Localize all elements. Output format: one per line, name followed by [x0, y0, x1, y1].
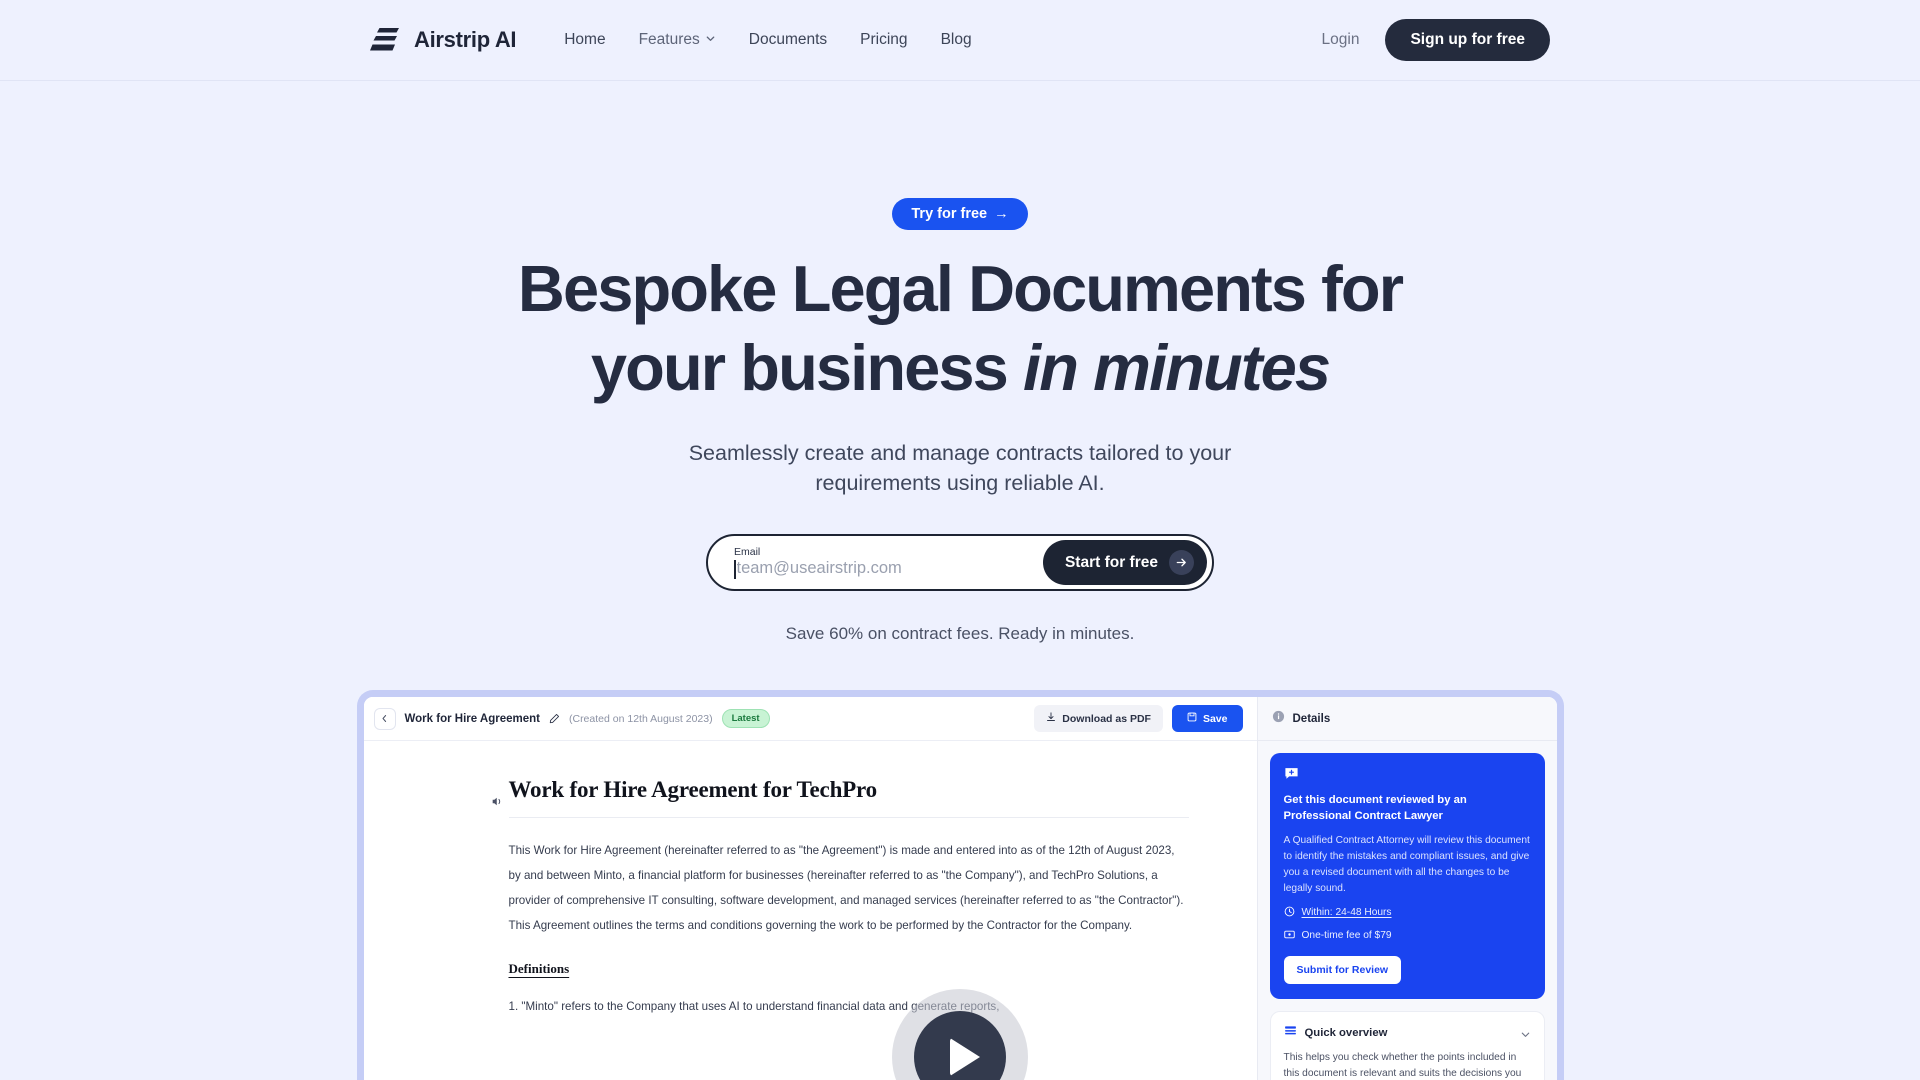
- clock-icon: [1284, 906, 1295, 920]
- promo-fee-label: One-time fee of $79: [1301, 930, 1392, 942]
- download-icon: [1046, 712, 1056, 725]
- email-input-row: [734, 559, 1043, 579]
- email-input[interactable]: [736, 559, 1043, 579]
- document-content: Work for Hire Agreement for TechPro This…: [508, 777, 1199, 1080]
- login-link[interactable]: Login: [1322, 31, 1360, 49]
- list-icon: [1284, 1024, 1297, 1042]
- download-pdf-button[interactable]: Download as PDF: [1034, 705, 1163, 733]
- document-gutter: [364, 777, 509, 1080]
- promo-turnaround-label: Within: 24-48 Hours: [1301, 907, 1392, 919]
- play-icon: [914, 1011, 1006, 1080]
- hero-subtitle-line-1: Seamlessly create and manage contracts t…: [688, 441, 1232, 465]
- email-signup-form: Email Start for free: [706, 534, 1214, 592]
- credit-card-icon: [1283, 929, 1295, 943]
- hero-subtitle: Seamlessly create and manage contracts t…: [0, 439, 1920, 498]
- document-toolbar-actions: Download as PDF Save: [1034, 705, 1243, 733]
- headline-line-1: Bespoke Legal Documents for: [517, 252, 1404, 325]
- try-for-free-label: Try for free: [911, 206, 988, 222]
- start-for-free-button[interactable]: Start for free: [1042, 540, 1207, 586]
- details-header: Details: [1257, 697, 1557, 742]
- arrow-right-icon: →: [994, 206, 1009, 222]
- promo-title: Get this document reviewed by an Profess…: [1283, 794, 1467, 823]
- top-navbar: Airstrip AI Home Features Documents Pric…: [0, 0, 1920, 81]
- text-caret: [734, 559, 736, 579]
- hero-tagline: Save 60% on contract fees. Ready in minu…: [785, 624, 1135, 644]
- promo-description: A Qualified Contract Attorney will revie…: [1283, 835, 1530, 894]
- document-paragraph: This Work for Hire Agreement (hereinafte…: [508, 844, 1184, 933]
- play-triangle: [949, 1038, 980, 1077]
- speaker-icon[interactable]: [491, 795, 509, 808]
- save-label: Save: [1202, 712, 1228, 725]
- headline-emphasis: in minutes: [1023, 331, 1331, 404]
- submit-for-review-button[interactable]: Submit for Review: [1283, 955, 1402, 984]
- quick-overview-card: Quick overview This helps you check whet…: [1269, 1010, 1545, 1080]
- nav-item-documents[interactable]: Documents: [749, 31, 827, 49]
- quick-overview-header[interactable]: Quick overview: [1284, 1024, 1531, 1042]
- document-heading: Work for Hire Agreement for TechPro: [508, 777, 1189, 819]
- floppy-disk-icon: [1187, 712, 1197, 725]
- details-title: Details: [1292, 712, 1331, 725]
- lawyer-review-promo-card: Get this document reviewed by an Profess…: [1269, 753, 1545, 999]
- chevron-down-icon[interactable]: [1520, 1027, 1531, 1038]
- brand-name: Airstrip AI: [414, 27, 517, 52]
- details-content: Get this document reviewed by an Profess…: [1258, 741, 1557, 1080]
- quick-overview-description: This helps you check whether the points …: [1283, 1051, 1522, 1079]
- navbar-inner: Airstrip AI Home Features Documents Pric…: [0, 19, 1920, 61]
- pencil-icon[interactable]: [549, 713, 560, 724]
- status-badge: Latest: [721, 709, 770, 729]
- email-field-wrapper: Email: [708, 547, 1043, 579]
- document-list-item-1: 1. "Minto" refers to the Company that us…: [508, 1000, 1000, 1013]
- nav-item-blog[interactable]: Blog: [941, 31, 972, 49]
- info-icon: [1272, 710, 1285, 728]
- airstrip-logo-icon: [370, 27, 400, 53]
- message-plus-icon: [1284, 766, 1531, 781]
- chevron-down-icon: [705, 31, 716, 49]
- start-for-free-label: Start for free: [1064, 553, 1158, 571]
- page-title: Bespoke Legal Documents for your busines…: [0, 256, 1920, 400]
- document-title: Work for Hire Agreement: [404, 712, 540, 725]
- nav-item-home[interactable]: Home: [564, 31, 605, 49]
- document-toolbar: Work for Hire Agreement (Created on 12th…: [363, 697, 1257, 742]
- navbar-actions: Login Sign up for free: [1322, 19, 1550, 61]
- document-created-date: (Created on 12th August 2023): [568, 712, 713, 725]
- signup-button[interactable]: Sign up for free: [1385, 19, 1550, 61]
- promo-turnaround-row[interactable]: Within: 24-48 Hours: [1284, 906, 1531, 920]
- app-preview-card: Work for Hire Agreement (Created on 12th…: [356, 690, 1564, 1080]
- headline-line-2: your business in minutes: [0, 335, 1920, 400]
- nav-item-pricing[interactable]: Pricing: [860, 31, 907, 49]
- nav-item-features[interactable]: Features: [639, 31, 716, 49]
- save-button[interactable]: Save: [1171, 705, 1243, 733]
- details-pane: Details Get this document reviewed by an…: [1256, 697, 1557, 1080]
- quick-overview-title: Quick overview: [1304, 1026, 1388, 1039]
- app-preview-inner: Work for Hire Agreement (Created on 12th…: [363, 697, 1557, 1080]
- promo-fee-row: One-time fee of $79: [1283, 929, 1531, 943]
- hero-section: Try for free → Bespoke Legal Documents f…: [0, 81, 1920, 644]
- document-subheading: Definitions: [508, 961, 570, 976]
- arrow-right-icon: [1169, 550, 1194, 576]
- brand-logo[interactable]: Airstrip AI: [370, 27, 517, 53]
- nav-item-features-label: Features: [638, 31, 700, 48]
- hero-subtitle-line-2: requirements using reliable AI.: [815, 470, 1105, 495]
- chevron-left-icon: [380, 710, 389, 728]
- download-pdf-label: Download as PDF: [1062, 712, 1151, 725]
- document-subheading-wrap: Definitions: [509, 939, 1189, 978]
- headline-line-2-prefix: your business: [590, 331, 1024, 404]
- nav-links: Home Features Documents Pricing Blog: [564, 31, 971, 49]
- try-for-free-pill[interactable]: Try for free →: [892, 198, 1028, 230]
- email-label: Email: [734, 545, 761, 558]
- document-body: Work for Hire Agreement for TechPro This…: [364, 741, 1257, 1080]
- document-pane: Work for Hire Agreement (Created on 12th…: [363, 697, 1257, 1080]
- back-button[interactable]: [373, 707, 396, 730]
